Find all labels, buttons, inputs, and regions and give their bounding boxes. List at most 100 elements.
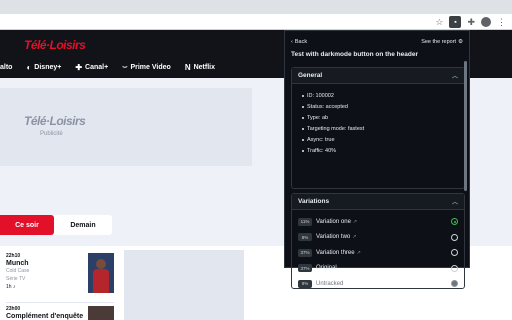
- variations-header[interactable]: Variations ︿: [292, 194, 464, 210]
- placeholder-block: [124, 250, 244, 320]
- general-header[interactable]: General ︿: [292, 68, 464, 84]
- nav-item-alto[interactable]: alto: [0, 64, 12, 71]
- program-time: 22h10: [6, 253, 21, 259]
- bullet: [302, 127, 304, 130]
- nav-label: Prime Video: [130, 63, 171, 71]
- test-title: Test with darkmode button on the header: [291, 51, 418, 58]
- list-item: Traffic: 40%: [302, 145, 454, 156]
- netflix-icon: N: [184, 62, 191, 72]
- variation-radio[interactable]: [451, 233, 458, 241]
- channel-nav: alto ◐ Disney+ ✚ Canal+ ⌣ Prime Video N …: [0, 60, 215, 74]
- nav-item-netflix[interactable]: N Netflix: [185, 63, 215, 72]
- general-status: Status: accepted: [307, 103, 348, 110]
- plus-icon: ✚: [75, 62, 83, 72]
- external-link-icon[interactable]: ↗: [357, 250, 361, 256]
- program-time: 23h00: [6, 306, 21, 312]
- variation-name: Original: [316, 265, 451, 271]
- star-icon[interactable]: ☆: [435, 17, 443, 28]
- variation-name: Variation one ↗: [316, 219, 451, 225]
- general-list: ID: 100002 Status: accepted Type: ab Tar…: [292, 84, 464, 162]
- program-duration: 1h ♪: [6, 284, 86, 290]
- general-traffic: Traffic: 40%: [307, 147, 337, 154]
- nav-item-disney[interactable]: ◐ Disney+: [26, 63, 61, 72]
- variation-row[interactable]: 37% Variation three ↗: [298, 245, 458, 261]
- list-item: ID: 100002: [302, 90, 454, 101]
- variation-row: 8% Untracked: [298, 276, 458, 292]
- bullet: [302, 138, 304, 141]
- program-title: Complément d'enquête: [6, 313, 84, 320]
- profile-icon[interactable]: [481, 17, 491, 27]
- chevron-up-icon: ︿: [451, 200, 458, 206]
- program-thumbnail[interactable]: [88, 253, 114, 293]
- tab-tomorrow[interactable]: Demain: [54, 215, 112, 235]
- variation-radio[interactable]: [451, 249, 458, 257]
- disney-icon: ◐: [26, 62, 32, 72]
- list-item: Status: accepted: [302, 101, 454, 112]
- ad-logo: Télé·Loisirs: [24, 114, 86, 128]
- tab-today[interactable]: Ce soir: [0, 215, 54, 235]
- toolbar-icons: ☆ ▪ ✚ ⋮: [435, 14, 506, 30]
- list-item: Type: ab: [302, 112, 454, 123]
- thumbnail-figure-body: [93, 269, 109, 293]
- general-async: Async: true: [307, 136, 335, 143]
- nav-label: Disney+: [34, 63, 62, 71]
- gear-icon: ⚙: [458, 39, 463, 45]
- general-id: ID: 100002: [307, 92, 334, 99]
- puzzle-icon[interactable]: ✚: [467, 17, 475, 28]
- program-meta: Cold Case: [6, 268, 30, 274]
- nav-item-prime[interactable]: ⌣ Prime Video: [122, 62, 171, 72]
- divider: [6, 302, 114, 303]
- general-section: General ︿ ID: 100002 Status: accepted Ty…: [291, 67, 465, 189]
- variations-heading: Variations: [298, 198, 330, 205]
- bullet: [302, 105, 304, 108]
- program-genre: Série TV: [6, 276, 26, 282]
- variation-label: Variation three: [316, 249, 355, 256]
- ab-test-popup: ‹ Back See the report ⚙ Test with darkmo…: [284, 30, 470, 289]
- variation-row[interactable]: 11% Variation one ↗: [298, 214, 458, 230]
- popup-topbar: ‹ Back See the report ⚙: [291, 37, 463, 47]
- program-thumbnail[interactable]: [88, 306, 114, 320]
- thumbnail-figure-head: [96, 259, 106, 269]
- more-vert-icon[interactable]: ⋮: [497, 17, 506, 28]
- variation-row[interactable]: 8% Variation two ↗: [298, 230, 458, 246]
- variation-label: Original: [316, 265, 337, 272]
- traffic-badge: 37%: [298, 264, 312, 273]
- variation-radio: [451, 280, 458, 288]
- popup-scrollbar[interactable]: [464, 61, 467, 191]
- back-button[interactable]: ‹ Back: [291, 39, 307, 45]
- program-duration-value: 1h: [6, 284, 12, 290]
- variation-label: Variation two: [316, 234, 351, 241]
- traffic-badge: 8%: [298, 233, 312, 242]
- bullet: [302, 149, 304, 152]
- program-title: Munch: [6, 260, 29, 267]
- variation-name: Variation two ↗: [316, 234, 451, 240]
- list-item: Async: true: [302, 134, 454, 145]
- variation-radio[interactable]: [451, 218, 458, 226]
- general-heading: General: [298, 72, 323, 79]
- general-targeting: Targeting mode: fastest: [307, 125, 365, 132]
- program-item[interactable]: 23h00 Complément d'enquête: [6, 306, 86, 320]
- bullet: [302, 94, 304, 97]
- external-link-icon[interactable]: ↗: [353, 219, 357, 225]
- nav-label: alto: [0, 63, 13, 71]
- list-item: Targeting mode: fastest: [302, 123, 454, 134]
- traffic-badge: 37%: [298, 248, 312, 257]
- ad-label: Publicité: [40, 131, 63, 137]
- variation-label: Untracked: [316, 280, 344, 287]
- program-item[interactable]: 22h10 Munch Cold Case Série TV 1h ♪: [6, 253, 86, 290]
- variation-row[interactable]: 37% Original: [298, 261, 458, 277]
- nav-item-canal[interactable]: ✚ Canal+: [75, 63, 108, 72]
- general-type: Type: ab: [307, 114, 329, 121]
- nav-label: Canal+: [85, 63, 109, 71]
- back-label: Back: [294, 39, 308, 45]
- music-icon: ♪: [12, 284, 16, 290]
- external-link-icon[interactable]: ↗: [352, 234, 356, 240]
- see-report-link[interactable]: See the report ⚙: [421, 39, 463, 45]
- extension-active-icon[interactable]: ▪: [449, 16, 462, 28]
- traffic-badge: 8%: [298, 279, 312, 288]
- variation-radio[interactable]: [451, 264, 458, 272]
- variation-name: Untracked: [316, 281, 451, 287]
- site-logo[interactable]: Télé·Loisirs: [24, 38, 86, 52]
- prime-icon: ⌣: [122, 62, 128, 71]
- variations-section: Variations ︿ 11% Variation one ↗ 8% Vari…: [291, 193, 465, 289]
